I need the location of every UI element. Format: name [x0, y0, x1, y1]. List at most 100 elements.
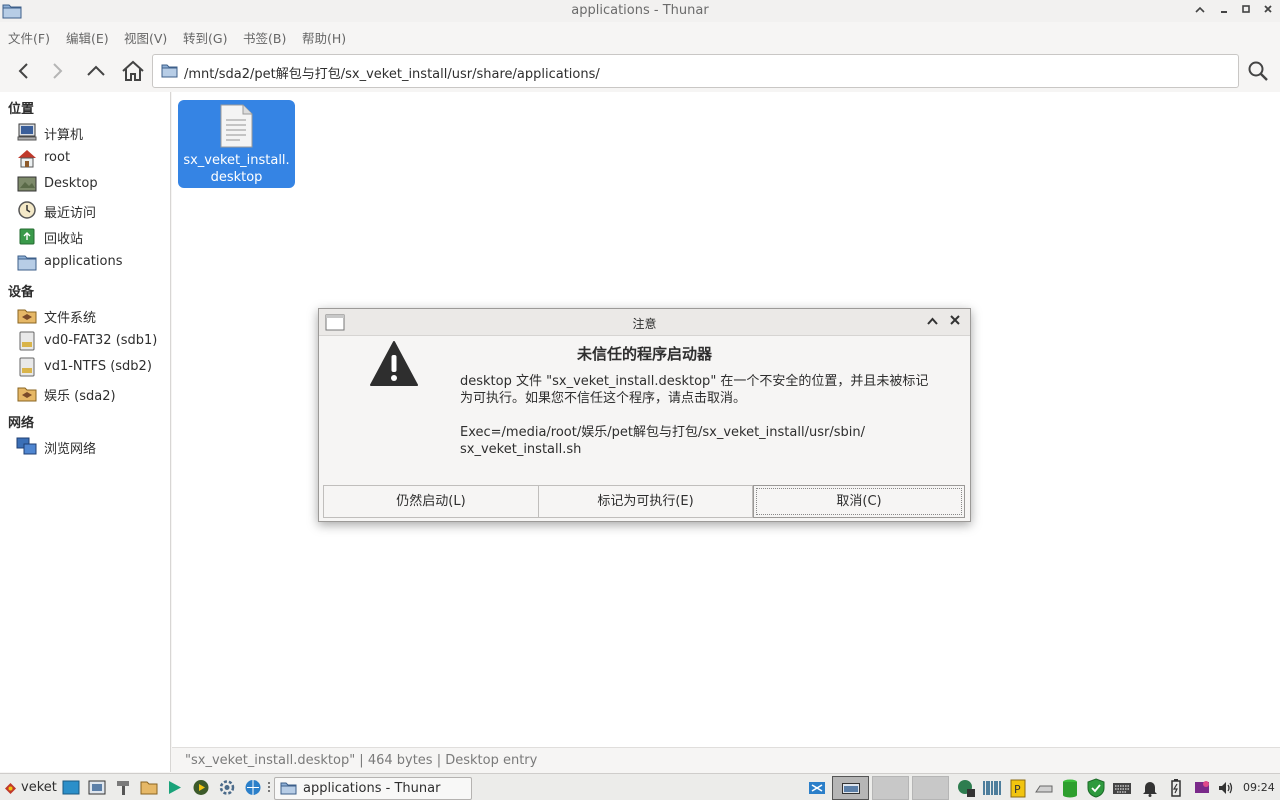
- chevron-up-icon: [926, 317, 938, 325]
- taskbar-task-thunar[interactable]: applications - Thunar: [274, 777, 472, 800]
- menu-bookmarks[interactable]: 书签(B): [243, 28, 286, 47]
- dialog-shade-button[interactable]: [924, 314, 940, 330]
- home-icon: [18, 150, 36, 168]
- barcode-icon[interactable]: [982, 778, 1002, 798]
- clock-icon: [18, 201, 36, 219]
- sidebar-item-recent[interactable]: 最近访问: [16, 198, 166, 222]
- minimize-icon: [1221, 11, 1227, 13]
- dialog-message-warning: desktop 文件 "sx_veket_install.desktop" 在一…: [460, 374, 929, 406]
- dialog-titlebar: 注意: [319, 309, 970, 336]
- workspace-2[interactable]: [872, 776, 909, 800]
- drive-icon: [19, 357, 35, 377]
- dialog-exec-line: Exec=/media/root/娱乐/pet解包与打包/sx_veket_in…: [460, 425, 865, 457]
- sidebar-header-network: 网络: [8, 416, 35, 431]
- notification-bell-icon[interactable]: [1140, 778, 1160, 798]
- database-icon[interactable]: [1060, 778, 1080, 798]
- dialog-message: desktop 文件 "sx_veket_install.desktop" 在一…: [460, 373, 950, 475]
- search-icon: [1248, 61, 1268, 81]
- gear-launcher-icon[interactable]: [218, 779, 236, 796]
- filesystem-icon: [17, 309, 37, 324]
- location-path: /mnt/sda2/pet解包与打包/sx_veket_install/usr/…: [184, 67, 600, 82]
- desktop-icon: [17, 176, 37, 192]
- sidebar-header-devices: 设备: [8, 285, 35, 300]
- browser-launcher-icon[interactable]: [244, 779, 262, 796]
- drive-icon: [19, 331, 35, 351]
- shield-icon[interactable]: [1086, 778, 1106, 798]
- volume-icon[interactable]: [1216, 778, 1236, 798]
- svg-text:P: P: [1014, 783, 1021, 796]
- workspace-3[interactable]: [912, 776, 949, 800]
- menu-help[interactable]: 帮助(H): [302, 28, 346, 47]
- text-document-icon: [220, 104, 253, 148]
- back-button[interactable]: [9, 57, 37, 85]
- file-name: sx_veket_install. desktop: [183, 153, 290, 185]
- drive-tray-icon[interactable]: [1034, 778, 1054, 798]
- menu-edit[interactable]: 编辑(E): [66, 28, 109, 47]
- toolbar: /mnt/sda2/pet解包与打包/sx_veket_install/usr/…: [0, 52, 1280, 90]
- folder-icon: [280, 782, 297, 795]
- dialog-close-button[interactable]: [947, 314, 963, 330]
- filesystem-icon: [17, 387, 37, 402]
- clock[interactable]: 09:24: [1243, 781, 1275, 794]
- close-icon: [950, 315, 960, 325]
- launch-anyway-button[interactable]: 仍然启动(L): [323, 485, 539, 518]
- sidebar-item-sda2[interactable]: 娱乐 (sda2): [16, 381, 166, 405]
- status-text: "sx_veket_install.desktop" | 464 bytes |…: [185, 753, 538, 768]
- sidebar-item-browse-network[interactable]: 浏览网络: [16, 434, 166, 458]
- location-bar[interactable]: /mnt/sda2/pet解包与打包/sx_veket_install/usr/…: [152, 54, 1239, 88]
- dialog-heading: 未信任的程序启动器: [576, 345, 712, 363]
- file-item-selected[interactable]: sx_veket_install. desktop: [178, 100, 295, 188]
- window-thumbnail-icon: [842, 783, 860, 794]
- sidebar-item-applications[interactable]: applications: [16, 250, 166, 274]
- folder-launcher-icon[interactable]: [140, 779, 158, 796]
- network-globe-icon[interactable]: [956, 778, 976, 798]
- cancel-button[interactable]: 取消(C): [753, 485, 965, 518]
- desktop-launcher-icon[interactable]: [62, 779, 80, 796]
- window-restore-button[interactable]: [1238, 3, 1254, 19]
- parent-folder-button[interactable]: [82, 57, 110, 85]
- mark-executable-button[interactable]: 标记为可执行(E): [538, 485, 753, 518]
- up-arrow-icon: [87, 65, 105, 76]
- forward-arrow-icon: [53, 63, 63, 79]
- folder-icon: [17, 255, 37, 271]
- settings-launcher-icon[interactable]: [114, 779, 132, 796]
- screenshot-launcher-icon[interactable]: [88, 779, 106, 796]
- play-launcher-icon[interactable]: [192, 779, 210, 796]
- forward-button[interactable]: [44, 57, 72, 85]
- battery-icon[interactable]: [1166, 778, 1186, 798]
- keyboard-layout-icon[interactable]: [807, 778, 827, 798]
- menu-file[interactable]: 文件(F): [8, 28, 50, 47]
- sidebar-item-root[interactable]: root: [16, 146, 166, 170]
- back-arrow-icon: [18, 63, 28, 79]
- sidebar-header-places: 位置: [8, 102, 35, 117]
- keyboard-icon[interactable]: [1112, 778, 1132, 798]
- untrusted-launcher-dialog: 注意 未信任的程序启动器 desktop 文件 "sx_veket_instal…: [318, 308, 971, 522]
- dialog-button-row: 仍然启动(L) 标记为可执行(E) 取消(C): [323, 485, 966, 519]
- media-player-launcher-icon[interactable]: [166, 779, 184, 796]
- sidebar-item-vd0-fat32[interactable]: vd0-FAT32 (sdb1): [16, 329, 166, 353]
- trash-icon: [19, 228, 35, 245]
- window-maximize-up-button[interactable]: [1192, 3, 1208, 19]
- menu-view[interactable]: 视图(V): [124, 28, 167, 47]
- sidebar-item-desktop[interactable]: Desktop: [16, 172, 166, 196]
- window-title: applications - Thunar: [571, 3, 709, 18]
- window-titlebar: applications - Thunar: [0, 0, 1280, 22]
- home-icon: [122, 60, 144, 81]
- sidebar-item-filesystem[interactable]: 文件系统: [16, 303, 166, 327]
- window-close-button[interactable]: [1260, 3, 1276, 19]
- dialog-title: 注意: [632, 317, 657, 331]
- sidebar-item-vd1-ntfs[interactable]: vd1-NTFS (sdb2): [16, 355, 166, 379]
- computer-icon: [17, 123, 37, 141]
- menu-go[interactable]: 转到(G): [183, 28, 227, 47]
- workspace-1[interactable]: [832, 776, 869, 800]
- sidebar-item-trash[interactable]: 回收站: [16, 224, 166, 248]
- sidebar: 位置 计算机 root Desktop 最近访问 回收站 application…: [0, 92, 171, 772]
- sidebar-item-computer[interactable]: 计算机: [16, 120, 166, 144]
- folder-icon: [161, 64, 178, 78]
- search-button[interactable]: [1244, 57, 1272, 85]
- home-button[interactable]: [119, 57, 147, 85]
- chat-icon[interactable]: [1192, 778, 1212, 798]
- window-minimize-button[interactable]: [1216, 3, 1232, 19]
- clipboard-p-icon[interactable]: P: [1008, 778, 1028, 798]
- taskbar: veket applications - Thunar P 09:24: [0, 773, 1280, 800]
